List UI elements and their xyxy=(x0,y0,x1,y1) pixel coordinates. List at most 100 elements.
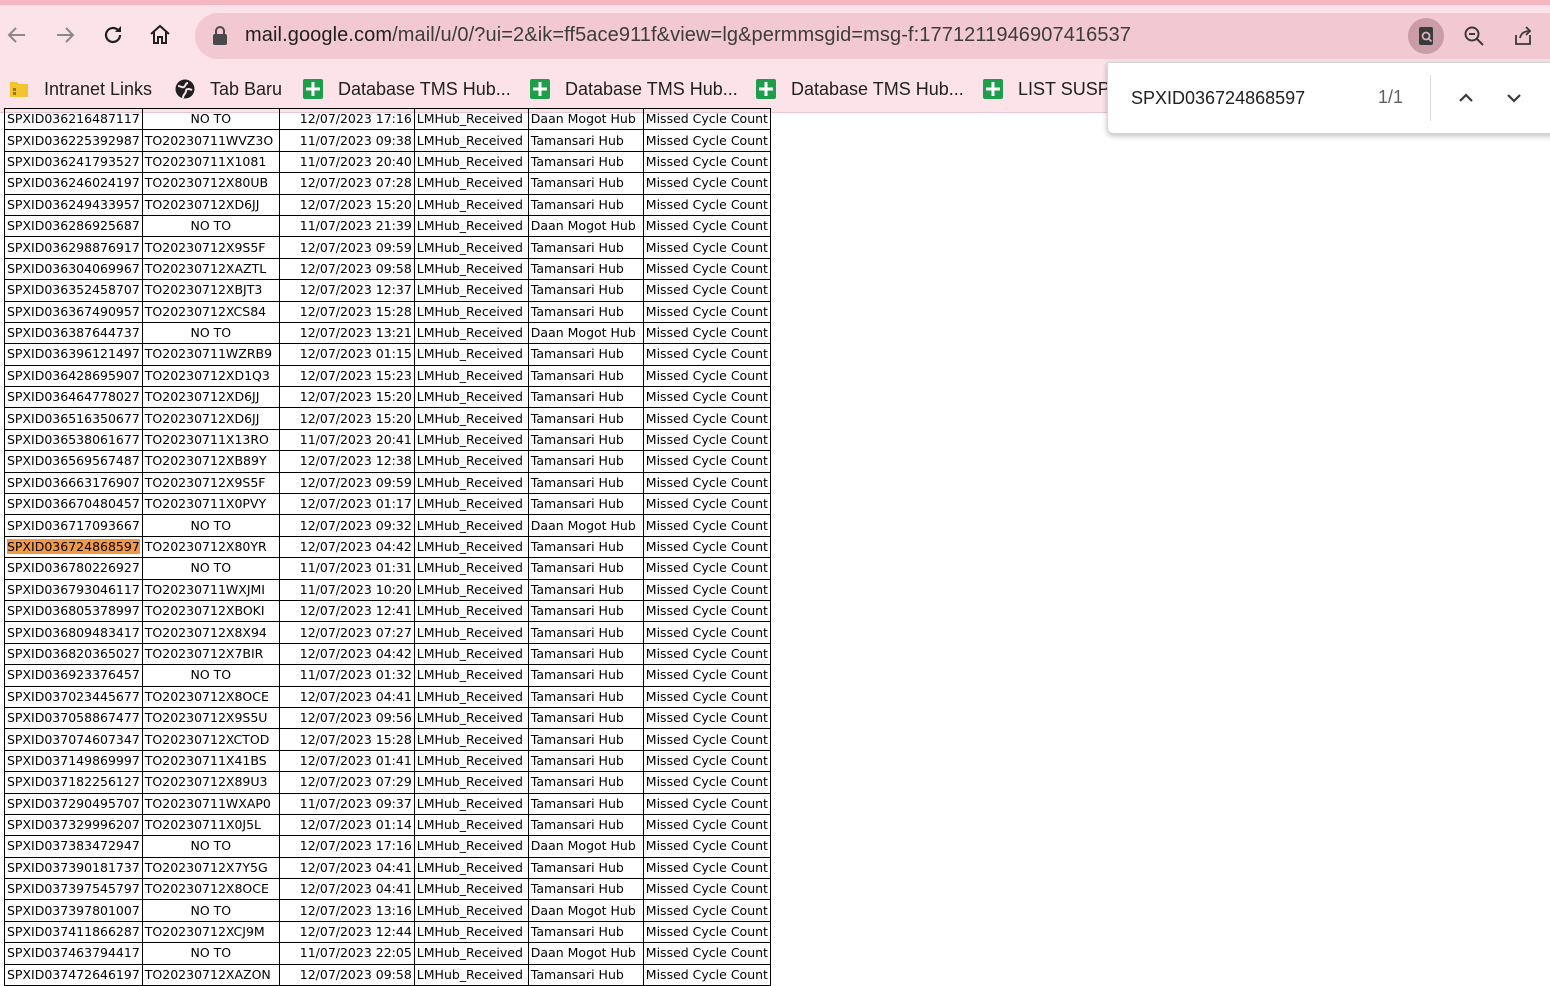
reason-cell: Missed Cycle Count xyxy=(642,664,771,687)
home-icon xyxy=(150,24,170,44)
globe-icon xyxy=(175,79,195,99)
status-cell: LMHub_Received xyxy=(413,493,529,516)
to-number-cell: TO20230712X8X94 xyxy=(141,621,280,644)
reason-cell: Missed Cycle Count xyxy=(642,193,771,216)
status-cell: LMHub_Received xyxy=(413,664,529,687)
status-cell: LMHub_Received xyxy=(413,321,529,345)
reason-cell: Missed Cycle Count xyxy=(642,942,771,965)
to-number-cell: NO TO xyxy=(141,107,280,131)
reason-cell: Missed Cycle Count xyxy=(642,150,771,174)
hub-cell: Daan Mogot Hub xyxy=(527,899,644,922)
reason-cell: Missed Cycle Count xyxy=(642,920,771,944)
bookmark-database-tms-hub-2[interactable]: Database TMS Hub... xyxy=(529,77,738,101)
spx-id-cell: SPXID036286925687 xyxy=(4,214,143,238)
spx-id-cell: SPXID036246024197 xyxy=(4,172,143,195)
timestamp-cell: 12/07/2023 01:41 xyxy=(278,749,415,773)
timestamp-cell: 12/07/2023 04:42 xyxy=(278,642,415,666)
reason-cell: Missed Cycle Count xyxy=(642,749,771,773)
timestamp-cell: 12/07/2023 07:27 xyxy=(278,621,415,644)
find-input[interactable] xyxy=(1131,85,1361,111)
to-number-cell: TO20230712X80UB xyxy=(141,172,280,195)
bookmark-database-tms-hub-1[interactable]: Database TMS Hub... xyxy=(302,77,511,101)
spx-id-cell: SPXID037023445677 xyxy=(4,685,143,708)
table-row: SPXID036246024197 TO20230712X80UB 12/07/20… xyxy=(4,172,771,195)
table-row: SPXID036298876917 TO20230712X9S5F 12/07/20… xyxy=(4,236,771,259)
reason-cell: Missed Cycle Count xyxy=(642,728,771,751)
timestamp-cell: 12/07/2023 13:21 xyxy=(278,321,415,345)
reason-cell: Missed Cycle Count xyxy=(642,685,771,708)
hub-cell: Daan Mogot Hub xyxy=(527,107,644,131)
spx-id-cell: SPXID036352458707 xyxy=(4,279,143,302)
spx-id-cell: SPXID037390181737 xyxy=(4,856,143,880)
find-next-button[interactable] xyxy=(1499,83,1529,113)
home-button[interactable] xyxy=(143,18,177,52)
hub-cell: Tamansari Hub xyxy=(527,343,644,366)
status-cell: LMHub_Received xyxy=(413,749,529,773)
table-row: SPXID037472646197 TO20230712XAZON 12/07/20… xyxy=(4,963,771,986)
timestamp-cell: 12/07/2023 17:16 xyxy=(278,107,415,131)
spx-id-cell: SPXID036225392987 xyxy=(4,129,143,152)
table-row: SPXID036923376457 NO TO 11/07/2023 01:32 LM… xyxy=(4,664,771,687)
reason-cell: Missed Cycle Count xyxy=(642,578,771,601)
find-bar: 1/1 xyxy=(1107,62,1550,134)
reason-cell: Missed Cycle Count xyxy=(642,300,771,323)
folder-icon xyxy=(10,82,28,97)
spx-id-cell: SPXID037149869997 xyxy=(4,749,143,773)
bookmark-database-tms-hub-3[interactable]: Database TMS Hub... xyxy=(755,77,964,101)
table-row: SPXID036793046117 TO20230711WXJMI 11/07/20… xyxy=(4,578,771,601)
reload-button[interactable] xyxy=(96,18,130,52)
table-row: SPXID036225392987 TO20230711WVZ3O 11/07/20… xyxy=(4,129,771,152)
hub-cell: Tamansari Hub xyxy=(527,557,644,580)
address-bar[interactable]: mail.google.com/mail/u/0/?ui=2&ik=ff5ace… xyxy=(195,13,1550,59)
find-in-page-button[interactable] xyxy=(1408,18,1444,54)
hub-cell: Tamansari Hub xyxy=(527,300,644,323)
status-cell: LMHub_Received xyxy=(413,279,529,302)
hub-cell: Tamansari Hub xyxy=(527,599,644,623)
hub-cell: Tamansari Hub xyxy=(527,856,644,880)
timestamp-cell: 12/07/2023 12:37 xyxy=(278,279,415,302)
to-number-cell: TO20230712X9S5F xyxy=(141,236,280,259)
reason-cell: Missed Cycle Count xyxy=(642,343,771,366)
spx-id-cell: SPXID036793046117 xyxy=(4,578,143,601)
spx-id-cell: SPXID036780226927 xyxy=(4,557,143,580)
status-cell: LMHub_Received xyxy=(413,835,529,858)
timestamp-cell: 12/07/2023 04:41 xyxy=(278,685,415,708)
to-number-cell: TO20230712XD6JJ xyxy=(141,407,280,430)
share-icon xyxy=(1515,26,1532,45)
to-number-cell: NO TO xyxy=(141,835,280,858)
hub-cell: Daan Mogot Hub xyxy=(527,835,644,858)
hub-cell: Tamansari Hub xyxy=(527,578,644,601)
status-cell: LMHub_Received xyxy=(413,621,529,644)
reason-cell: Missed Cycle Count xyxy=(642,621,771,644)
reason-cell: Missed Cycle Count xyxy=(642,599,771,623)
status-cell: LMHub_Received xyxy=(413,728,529,751)
bookmark-label: Intranet Links xyxy=(44,78,153,99)
timestamp-cell: 12/07/2023 09:58 xyxy=(278,257,415,281)
spx-id-cell: SPXID037463794417 xyxy=(4,942,143,965)
forward-button[interactable] xyxy=(48,18,82,52)
timestamp-cell: 12/07/2023 15:28 xyxy=(278,300,415,323)
table-row: SPXID037397545797 TO20230712X8OCE 12/07/20… xyxy=(4,878,771,901)
share-button[interactable] xyxy=(1505,18,1541,54)
timestamp-cell: 11/07/2023 21:39 xyxy=(278,214,415,238)
spx-id-cell: SPXID036717093667 xyxy=(4,514,143,537)
back-button[interactable] xyxy=(0,18,34,52)
bookmark-tab-baru[interactable]: Tab Baru xyxy=(174,77,282,101)
hub-cell: Tamansari Hub xyxy=(527,279,644,302)
reason-cell: Missed Cycle Count xyxy=(642,129,771,152)
status-cell: LMHub_Received xyxy=(413,300,529,323)
lock-icon xyxy=(213,26,227,45)
table-row: SPXID037074607347 TO20230712XCTOD 12/07/20… xyxy=(4,728,771,751)
zoom-button[interactable] xyxy=(1456,18,1492,54)
hub-cell: Tamansari Hub xyxy=(527,450,644,473)
status-cell: LMHub_Received xyxy=(413,407,529,430)
spx-id-cell: SPXID036663176907 xyxy=(4,471,143,495)
timestamp-cell: 12/07/2023 15:20 xyxy=(278,386,415,409)
url-text[interactable]: mail.google.com/mail/u/0/?ui=2&ik=ff5ace… xyxy=(245,24,1131,47)
spx-id-cell: SPXID036298876917 xyxy=(4,236,143,259)
bookmark-intranet-links[interactable]: Intranet Links xyxy=(8,77,152,101)
bookmark-list-suspend[interactable]: LIST SUSPEI xyxy=(982,77,1127,101)
find-previous-button[interactable] xyxy=(1451,83,1481,113)
table-row: SPXID036304069967 TO20230712XAZTL 12/07/20… xyxy=(4,257,771,281)
spx-id-cell: SPXID037397801007 xyxy=(4,899,143,922)
